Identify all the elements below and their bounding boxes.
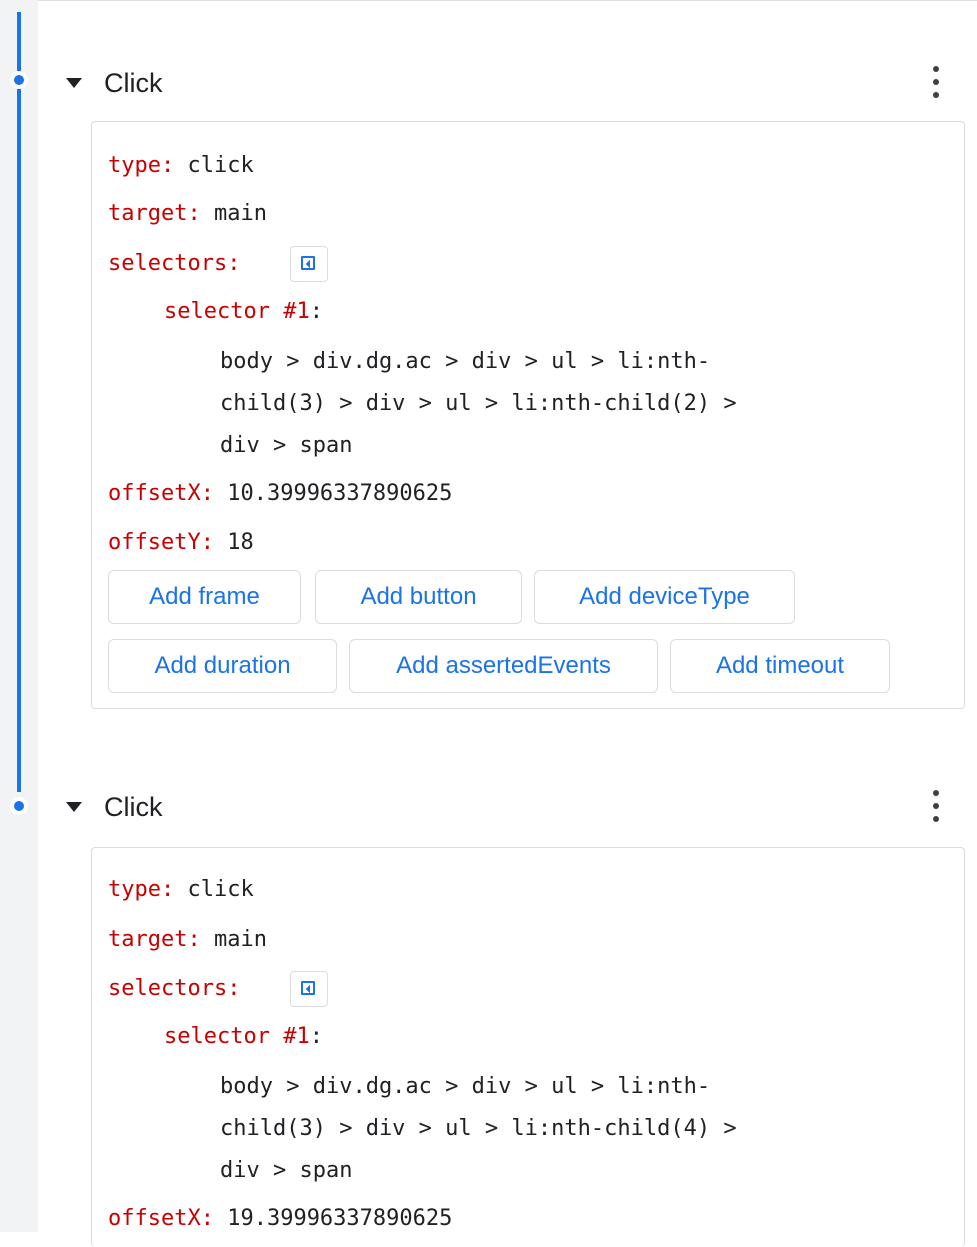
field-value[interactable]: main <box>214 927 267 952</box>
add-duration-button[interactable]: Add duration <box>108 639 337 693</box>
more-vert-icon[interactable] <box>928 788 944 824</box>
field-offsetY: offsetY: 18 <box>108 530 254 555</box>
timeline-line <box>17 12 21 76</box>
field-value[interactable]: click <box>187 153 253 178</box>
step-title: Click <box>104 792 163 822</box>
field-key: target <box>108 927 188 952</box>
selector-value-line[interactable]: child(3) > div > ul > li:nth-child(4) > <box>220 1115 737 1143</box>
field-selectors: selectors: <box>108 976 241 1001</box>
step-title: Click <box>104 68 163 98</box>
field-key: target <box>108 201 188 226</box>
field-value[interactable]: 18 <box>227 530 254 555</box>
more-vert-icon[interactable] <box>928 64 944 100</box>
field-key: type <box>108 877 161 902</box>
add-assertedevents-button[interactable]: Add assertedEvents <box>349 639 658 693</box>
field-key: offsetX <box>108 481 201 506</box>
selector-value-line[interactable]: div > span <box>220 432 352 460</box>
field-selectors: selectors: <box>108 251 241 276</box>
field-type: type: click <box>108 153 254 178</box>
field-value[interactable]: click <box>187 877 253 902</box>
timeline-step-dot <box>10 71 28 89</box>
selector-value-line[interactable]: div > span <box>220 1157 352 1185</box>
step-header[interactable]: Click <box>66 786 966 826</box>
step-details-panel: type: click target: main selectors: sele… <box>91 847 965 1247</box>
timeline-step-dot <box>10 797 28 815</box>
field-key: offsetY <box>108 530 201 555</box>
field-target: target: main <box>108 201 267 226</box>
element-picker-icon[interactable] <box>290 971 328 1007</box>
field-value[interactable]: 19.39996337890625 <box>227 1206 452 1231</box>
add-button-button[interactable]: Add button <box>315 570 522 624</box>
selector-value-line[interactable]: body > div.dg.ac > div > ul > li:nth- <box>220 348 710 376</box>
timeline-line <box>17 88 21 792</box>
selector-value-line[interactable]: body > div.dg.ac > div > ul > li:nth- <box>220 1073 710 1101</box>
step-details-panel: type: click target: main selectors: sele… <box>91 121 965 709</box>
field-offsetX: offsetX: 19.39996337890625 <box>108 1206 453 1231</box>
selector-label: selector #1: <box>164 1024 323 1049</box>
add-timeout-button[interactable]: Add timeout <box>670 639 890 693</box>
field-value[interactable]: main <box>214 201 267 226</box>
selector-value-line[interactable]: child(3) > div > ul > li:nth-child(2) > <box>220 390 737 418</box>
top-border <box>0 0 977 1</box>
expand-caret-icon[interactable] <box>66 802 82 812</box>
selector-label: selector #1: <box>164 299 323 324</box>
add-devicetype-button[interactable]: Add deviceType <box>534 570 795 624</box>
expand-caret-icon[interactable] <box>66 78 82 88</box>
field-type: type: click <box>108 877 254 902</box>
step-header[interactable]: Click <box>66 62 966 102</box>
field-target: target: main <box>108 927 267 952</box>
field-offsetX: offsetX: 10.39996337890625 <box>108 481 453 506</box>
field-value[interactable]: 10.39996337890625 <box>227 481 452 506</box>
element-picker-icon[interactable] <box>290 246 328 282</box>
add-frame-button[interactable]: Add frame <box>108 570 301 624</box>
field-key: offsetX <box>108 1206 201 1231</box>
field-key: selectors <box>108 976 228 1001</box>
field-key: selectors <box>108 251 228 276</box>
field-key: type <box>108 153 161 178</box>
